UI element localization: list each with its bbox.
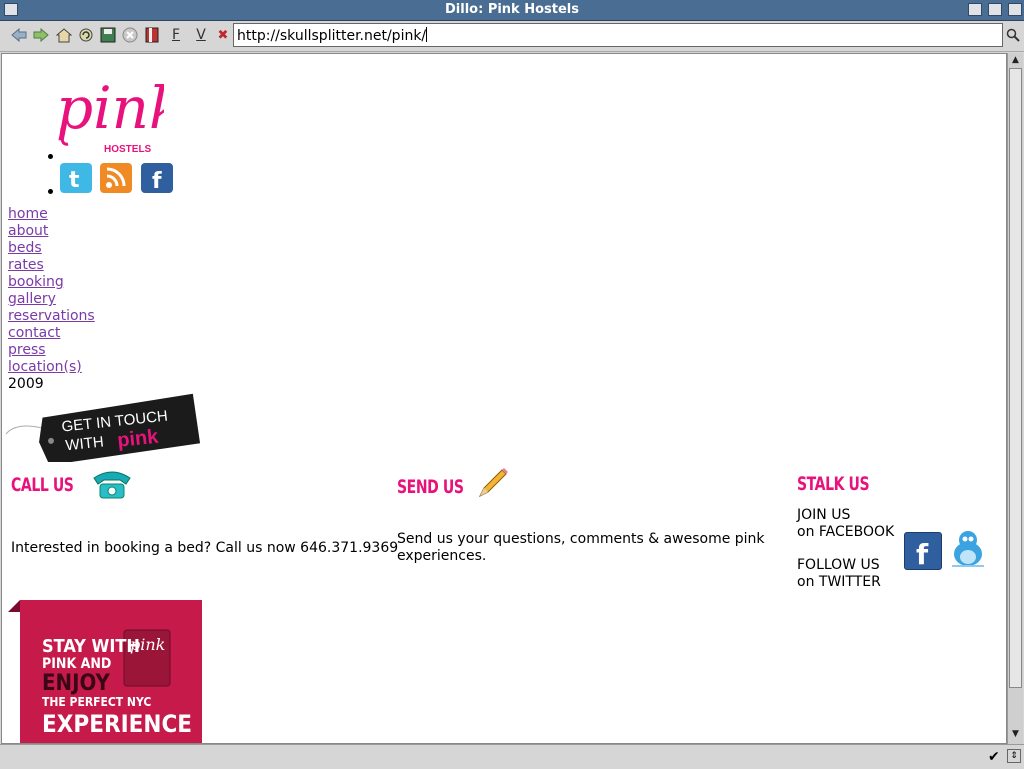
scroll-up-arrow-icon[interactable]: ▲ bbox=[1009, 54, 1022, 67]
nav-link-locations[interactable]: location(s) bbox=[8, 359, 95, 376]
reload-icon[interactable] bbox=[77, 26, 95, 44]
follow-us-line1: FOLLOW US bbox=[797, 557, 880, 573]
banner-line2: PINK AND bbox=[42, 656, 111, 672]
home-icon[interactable] bbox=[55, 26, 73, 44]
vertical-scrollbar[interactable]: ▲ ▼ bbox=[1007, 53, 1023, 744]
logo-sub: HOSTELS bbox=[104, 144, 152, 155]
nav-link-press[interactable]: press bbox=[8, 342, 95, 359]
maximize-button[interactable] bbox=[988, 3, 1002, 16]
facebook-icon[interactable]: f bbox=[904, 532, 942, 571]
twitter-bird-icon[interactable] bbox=[946, 528, 990, 574]
nav-link-home[interactable]: home bbox=[8, 206, 95, 223]
facebook-icon[interactable]: f bbox=[141, 163, 173, 194]
banner-line4: THE PERFECT NYC bbox=[42, 695, 151, 709]
stop-icon[interactable] bbox=[121, 26, 139, 44]
send-us-text: Send us your questions, comments & aweso… bbox=[397, 531, 777, 565]
nav-link-contact[interactable]: contact bbox=[8, 325, 95, 342]
view-source-button[interactable]: V bbox=[192, 26, 210, 44]
status-bar: ✔ ⇕ bbox=[0, 744, 1024, 769]
nav-link-rates[interactable]: rates bbox=[8, 257, 95, 274]
scroll-down-arrow-icon[interactable]: ▼ bbox=[1009, 728, 1022, 741]
stalk-us-heading: STALK US bbox=[797, 473, 870, 495]
nav-link-beds[interactable]: beds bbox=[8, 240, 95, 257]
nav-link-gallery[interactable]: gallery bbox=[8, 291, 95, 308]
year-text: 2009 bbox=[8, 376, 44, 392]
pink-hostels-logo[interactable]: pink HOSTELS bbox=[54, 66, 184, 162]
join-us-line1: JOIN US bbox=[797, 507, 851, 523]
join-us-text: JOIN US on FACEBOOK bbox=[797, 507, 894, 541]
rss-icon[interactable] bbox=[100, 163, 132, 193]
back-arrow-icon[interactable] bbox=[10, 26, 28, 44]
pencil-icon bbox=[476, 466, 510, 504]
touch-pink: pink bbox=[116, 426, 160, 452]
minimize-button[interactable] bbox=[968, 3, 982, 16]
call-us-text: Interested in booking a bed? Call us now… bbox=[11, 540, 399, 556]
stay-with-pink-banner[interactable]: pink STAY WITH PINK AND ENJOY THE PERFEC… bbox=[8, 600, 202, 743]
nav-link-about[interactable]: about bbox=[8, 223, 95, 240]
svg-text:f: f bbox=[152, 169, 162, 193]
nav-link-reservations[interactable]: reservations bbox=[8, 308, 95, 325]
nav-link-booking[interactable]: booking bbox=[8, 274, 95, 291]
url-text: http://skullsplitter.net/pink/ bbox=[237, 28, 427, 44]
save-icon[interactable] bbox=[99, 26, 117, 44]
list-bullet bbox=[48, 189, 53, 194]
send-us-line1: Send us your questions, comments & aweso… bbox=[397, 531, 765, 547]
send-us-line2: experiences. bbox=[397, 548, 487, 564]
forward-arrow-icon[interactable] bbox=[32, 26, 50, 44]
url-input[interactable]: http://skullsplitter.net/pink/ bbox=[233, 23, 1003, 47]
search-icon[interactable] bbox=[1004, 26, 1022, 44]
toolbar: F V ✖ http://skullsplitter.net/pink/ bbox=[0, 21, 1024, 52]
text-cursor bbox=[426, 27, 428, 42]
resize-icon[interactable]: ⇕ bbox=[1007, 749, 1021, 763]
banner-line5: EXPERIENCE bbox=[42, 710, 192, 738]
title-bar: Dillo: Pink Hostels bbox=[0, 0, 1024, 21]
window-title: Dillo: Pink Hostels bbox=[445, 2, 579, 17]
twitter-icon[interactable]: t bbox=[60, 163, 92, 193]
page-viewport: pink HOSTELS t f home about beds rates b… bbox=[1, 53, 1007, 744]
main-nav: home about beds rates booking gallery re… bbox=[8, 206, 95, 393]
logo-text: pink bbox=[56, 74, 164, 142]
close-window-button[interactable] bbox=[1008, 3, 1022, 16]
join-us-line2: on FACEBOOK bbox=[797, 524, 895, 540]
status-check-icon[interactable]: ✔ bbox=[988, 749, 1000, 765]
find-button[interactable]: F bbox=[167, 26, 185, 44]
list-bullet bbox=[48, 154, 53, 159]
banner-line3: ENJOY bbox=[42, 671, 110, 696]
clear-url-icon[interactable]: ✖ bbox=[214, 26, 232, 44]
follow-us-line2: on TWITTER bbox=[797, 574, 881, 590]
svg-text:t: t bbox=[69, 168, 80, 193]
bookmarks-icon[interactable] bbox=[143, 26, 161, 44]
get-in-touch-banner: GET IN TOUCH WITH pink bbox=[5, 392, 202, 466]
svg-text:f: f bbox=[916, 538, 929, 569]
follow-us-text: FOLLOW US on TWITTER bbox=[797, 557, 881, 591]
telephone-icon bbox=[90, 466, 134, 506]
call-us-heading: CALL US bbox=[11, 474, 74, 496]
scrollbar-thumb[interactable] bbox=[1009, 68, 1022, 688]
send-us-heading: SEND US bbox=[397, 476, 464, 498]
banner-line1: STAY WITH bbox=[42, 636, 140, 657]
web-page: pink HOSTELS t f home about beds rates b… bbox=[2, 54, 1006, 743]
